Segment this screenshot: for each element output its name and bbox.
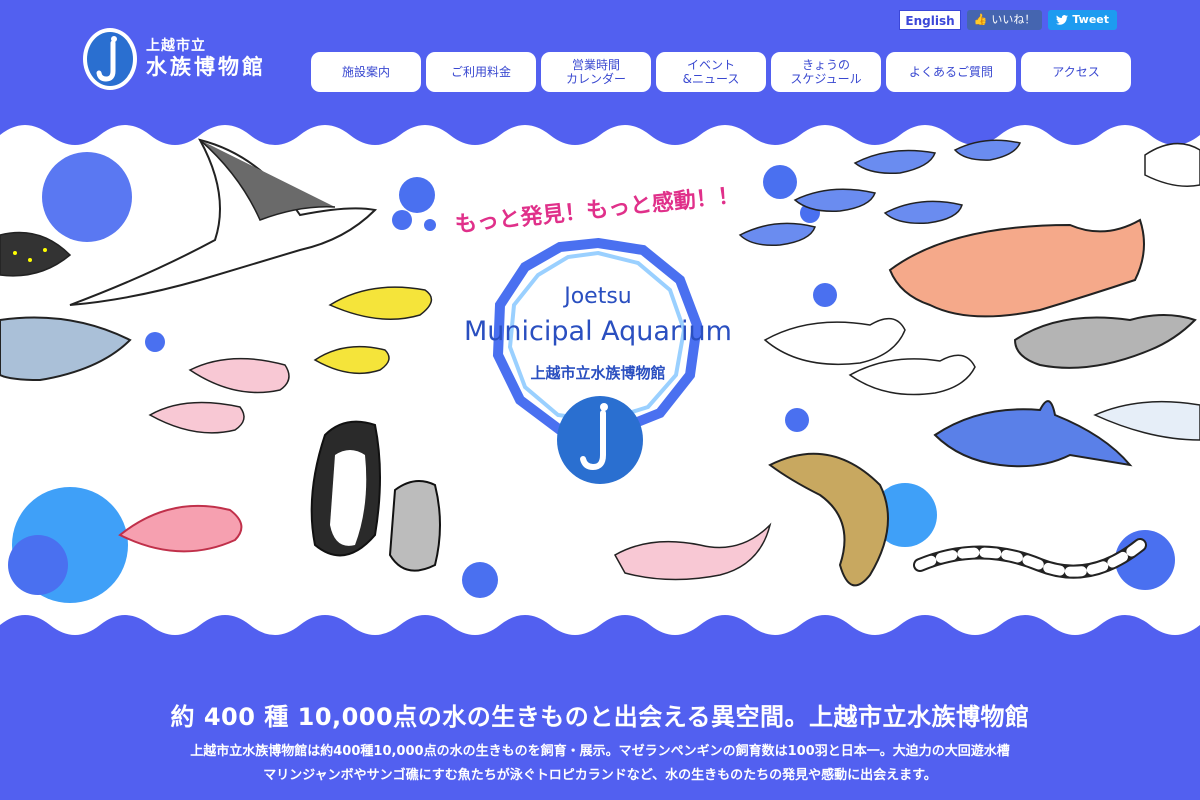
bubble xyxy=(785,408,809,432)
facebook-like-button[interactable]: 👍 いいね！ xyxy=(966,10,1043,30)
nav-facility-guide[interactable]: 施設案内 xyxy=(311,52,421,92)
nav-hours-calendar[interactable]: 営業時間 カレンダー xyxy=(541,52,651,92)
nav-events-news[interactable]: イベント &ニュース xyxy=(656,52,766,92)
nav-today-schedule[interactable]: きょうの スケジュール xyxy=(771,52,881,92)
hero-logo-j-icon xyxy=(557,396,643,484)
tweet-button[interactable]: Tweet xyxy=(1048,10,1117,30)
like-label: いいね！ xyxy=(991,13,1036,26)
bubble xyxy=(462,562,498,598)
logo-j-icon xyxy=(83,28,137,90)
site-logo[interactable]: 上越市立 水族博物館 xyxy=(82,27,266,91)
bubble xyxy=(145,332,165,352)
hero-title-line1: Joetsu xyxy=(562,284,632,309)
hero-illustration: もっと発見！もっと感動！！ Joetsu Municipal Aquarium … xyxy=(0,125,1200,635)
bubble xyxy=(763,165,797,199)
english-button[interactable]: English xyxy=(899,10,961,30)
hero-title-line2: Municipal Aquarium xyxy=(464,316,732,347)
bubble xyxy=(42,152,132,242)
bubble xyxy=(8,535,68,595)
tweet-label: Tweet xyxy=(1072,13,1109,26)
intro-headline: 約 400 種 10,000点の水の生きものと出会える異空間。上越市立水族博物館 xyxy=(170,703,1030,731)
logo-subtitle: 上越市立 xyxy=(146,37,206,54)
nav-access[interactable]: アクセス xyxy=(1021,52,1131,92)
hero-title-ja: 上越市立水族博物館 xyxy=(530,364,665,382)
bubble xyxy=(424,219,436,231)
thumbs-up-icon: 👍 xyxy=(973,13,988,26)
bubble xyxy=(399,177,435,213)
nav-faq[interactable]: よくあるご質問 xyxy=(886,52,1016,92)
logo-title: 水族博物館 xyxy=(146,55,266,80)
intro-description-line1: 上越市立水族博物館は約400種10,000点の水の生きものを飼育・展示。マゼラン… xyxy=(190,744,1010,759)
utility-bar: English 👍 いいね！ Tweet xyxy=(899,10,1117,30)
bubble xyxy=(392,210,412,230)
main-navigation: 施設案内 ご利用料金 営業時間 カレンダー イベント &ニュース きょうの スケジュール… xyxy=(311,52,1131,92)
intro-description-line2: マリンジャンボやサンゴ礁にすむ魚たちが泳ぐトロピカランドなど、水の生きものたちの… xyxy=(263,768,937,783)
page: 上越市立 水族博物館 English 👍 いいね！ Tweet 施設案内 ご利用料… xyxy=(0,0,1200,800)
twitter-bird-icon xyxy=(1056,15,1069,25)
bubble xyxy=(813,283,837,307)
nav-admission-fees[interactable]: ご利用料金 xyxy=(426,52,536,92)
